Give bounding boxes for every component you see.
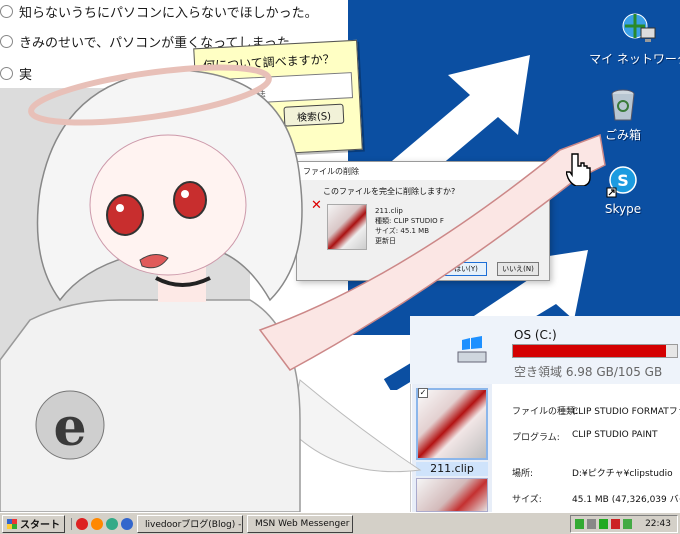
opera-icon[interactable] bbox=[76, 517, 88, 530]
check-item-label: 実 bbox=[19, 67, 33, 83]
radio-icon[interactable] bbox=[0, 4, 13, 18]
clock: 22:43 bbox=[645, 519, 671, 529]
dialog-file-date: 更新日 bbox=[375, 237, 396, 245]
task-button-livedoor[interactable]: livedoorブログ(Blog) - 無... bbox=[137, 514, 243, 533]
checkbox-icon[interactable]: ✓ bbox=[418, 388, 428, 398]
prop-value-program: CLIP STUDIO PAINT bbox=[572, 430, 658, 440]
network-status-icon[interactable] bbox=[575, 519, 584, 529]
radio-icon[interactable] bbox=[0, 66, 13, 80]
check-item-1[interactable]: 知らないうちにパソコンに入らないでほしかった。 bbox=[0, 0, 318, 22]
network-places-icon bbox=[622, 13, 656, 42]
browser-launch-icon[interactable] bbox=[121, 517, 133, 530]
assistant-balloon: 何について調べますか？ お前を消す方法 検索(S) オプション(O) bbox=[193, 39, 363, 159]
prop-key-program: プログラム: bbox=[512, 433, 560, 443]
selected-file-thumbnail[interactable] bbox=[416, 388, 488, 460]
security-icon[interactable] bbox=[599, 519, 608, 529]
selected-file-label: 211.clip bbox=[416, 462, 488, 476]
drive-usage-bar bbox=[512, 344, 678, 358]
drive-usage-fill bbox=[513, 345, 666, 357]
start-label: スタート bbox=[20, 520, 60, 531]
dialog-file-name: 211.clip bbox=[375, 207, 403, 215]
next-file-thumbnail[interactable] bbox=[416, 478, 488, 512]
quick-launch bbox=[71, 517, 133, 530]
dialog-title: ファイルの削除 bbox=[297, 162, 549, 180]
drive-free-space: 空き領域 6.98 GB/105 GB bbox=[514, 365, 663, 379]
windows-logo-icon bbox=[7, 518, 17, 529]
assistant-prompt: 何について調べますか？ bbox=[202, 51, 336, 73]
no-button[interactable]: いいえ(N) bbox=[497, 262, 539, 276]
assistant-options-button[interactable]: オプション(O) bbox=[206, 125, 270, 152]
status-icon[interactable] bbox=[623, 519, 632, 529]
delete-file-dialog: ファイルの削除 このファイルを完全に削除しますか? ✕ 211.clip 種類:… bbox=[296, 161, 550, 281]
svg-text:S: S bbox=[617, 171, 629, 190]
desktop-icon-recycle-bin[interactable]: ごみ箱 bbox=[578, 88, 668, 143]
prop-key-size: サイズ: bbox=[512, 495, 542, 505]
taskbar: スタート livedoorブログ(Blog) - 無... MSN Web Me… bbox=[0, 512, 680, 534]
desktop-icon-network[interactable]: マイ ネットワーク bbox=[589, 12, 680, 67]
hand-cursor-icon bbox=[566, 153, 591, 186]
prop-value-type: CLIP STUDIO FORMATファイル bbox=[572, 407, 680, 417]
check-item-3[interactable]: 実 bbox=[0, 62, 32, 84]
vlc-icon[interactable] bbox=[91, 517, 103, 530]
assistant-search-input[interactable]: お前を消す方法 bbox=[203, 72, 354, 106]
volume-icon[interactable] bbox=[587, 519, 596, 529]
prop-value-size: 45.1 MB (47,326,039 バイト) bbox=[572, 495, 680, 505]
assistant-search-button[interactable]: 検索(S) bbox=[283, 103, 345, 127]
yes-button[interactable]: はい(Y) bbox=[445, 262, 487, 276]
desktop-icon-label: マイ ネットワーク bbox=[589, 52, 680, 66]
task-label: MSN Web Messenger - ... bbox=[255, 518, 352, 529]
dialog-file-info: 211.clip 種類: CLIP STUDIO F サイズ: 45.1 MB … bbox=[375, 206, 444, 246]
prop-key-type: ファイルの種類: bbox=[512, 407, 579, 417]
radio-icon[interactable] bbox=[0, 34, 13, 48]
recycle-bin-icon bbox=[611, 89, 635, 121]
delete-x-icon: ✕ bbox=[311, 198, 322, 213]
file-thumbnail bbox=[327, 204, 367, 250]
drive-name: OS (C:) bbox=[514, 328, 557, 342]
task-button-messenger[interactable]: MSN Web Messenger - ... bbox=[247, 514, 353, 533]
start-button[interactable]: スタート bbox=[2, 514, 65, 533]
dialog-message: このファイルを完全に削除しますか? bbox=[323, 187, 456, 196]
task-label: livedoorブログ(Blog) - 無... bbox=[145, 520, 242, 530]
desktop-icon-label: Skype bbox=[604, 202, 642, 216]
dialog-file-size: サイズ: 45.1 MB bbox=[375, 227, 430, 235]
desktop-icon-label: ごみ箱 bbox=[604, 128, 641, 142]
prop-value-location: D:¥ピクチャ¥clipstudio bbox=[572, 469, 673, 479]
prop-key-location: 場所: bbox=[512, 469, 534, 479]
dialog-file-type: 種類: CLIP STUDIO F bbox=[375, 217, 444, 225]
check-item-label: 知らないうちにパソコンに入らないでほしかった。 bbox=[19, 5, 318, 21]
alert-icon[interactable] bbox=[611, 519, 620, 529]
skype-icon: S bbox=[606, 166, 637, 198]
drive-icon bbox=[457, 336, 487, 363]
app-icon[interactable] bbox=[106, 517, 118, 530]
system-tray: 22:43 bbox=[570, 515, 678, 533]
